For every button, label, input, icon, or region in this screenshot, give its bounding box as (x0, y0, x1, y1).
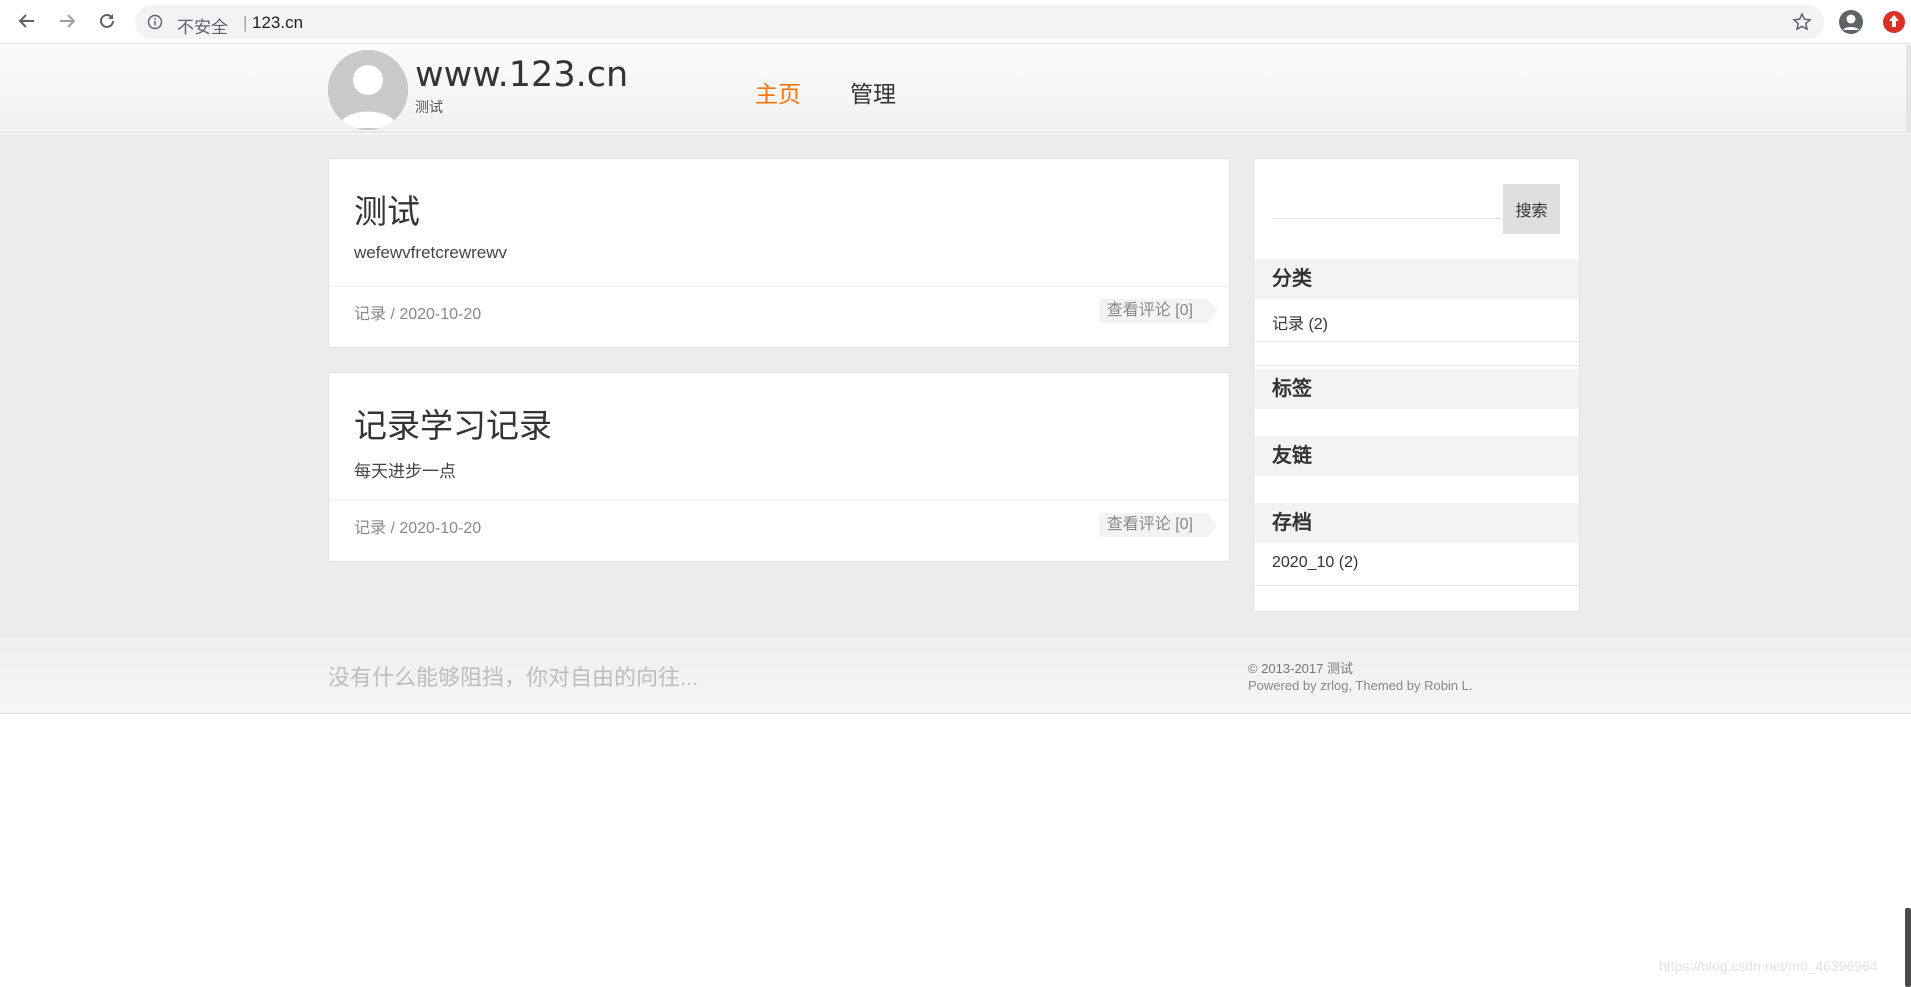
site-title[interactable]: www.123.cn (415, 55, 628, 95)
post-divider (329, 500, 1229, 501)
main-content: 测试 wefewvfretcrewrewv 记录 / 2020-10-20 查看… (0, 134, 1911, 639)
post-meta[interactable]: 记录 / 2020-10-20 (354, 300, 481, 324)
widget-divider (1254, 585, 1579, 586)
default-avatar-icon (328, 50, 408, 130)
nav-admin-link[interactable]: 管理 (850, 75, 896, 109)
back-icon (18, 14, 34, 28)
url-text[interactable]: 123.cn (252, 13, 303, 33)
tags-heading: 标签 (1254, 369, 1579, 409)
extension-icon[interactable] (1882, 10, 1906, 34)
scrollbar-thumb[interactable] (1905, 908, 1911, 987)
post-excerpt: 每天进步一点 (354, 462, 456, 481)
post-meta[interactable]: 记录 / 2020-10-20 (354, 514, 481, 538)
address-bar[interactable]: 不安全 | 123.cn (135, 5, 1824, 39)
avatar (328, 50, 408, 130)
reload-icon (100, 13, 114, 28)
archive-item[interactable]: 2020_10 (2) (1272, 554, 1358, 572)
sidebar: 搜索 分类 记录 (2) 标签 友链 存档 2020_10 (2) (1253, 158, 1580, 612)
browser-toolbar: 不安全 | 123.cn (0, 0, 1911, 44)
post-card: 测试 wefewvfretcrewrewv 记录 / 2020-10-20 查看… (328, 158, 1230, 348)
site-subtitle: 测试 (415, 99, 443, 115)
view-comments-link[interactable]: 查看评论 [0] (1098, 513, 1217, 537)
back-button[interactable] (12, 6, 42, 36)
post-divider (329, 286, 1229, 287)
reload-button[interactable] (92, 6, 122, 36)
search-button[interactable]: 搜索 (1503, 184, 1560, 234)
footer-copyright: © 2013-2017 测试 (1248, 661, 1353, 676)
widget-divider (1254, 365, 1579, 366)
site-header: www.123.cn 测试 主页 管理 (0, 45, 1911, 133)
nav-home-link[interactable]: 主页 (755, 75, 801, 109)
page-edge (1906, 45, 1911, 133)
links-heading: 友链 (1254, 436, 1579, 476)
forward-button[interactable] (52, 6, 82, 36)
info-icon[interactable] (147, 14, 163, 30)
widget-divider (1254, 341, 1579, 342)
search-input[interactable] (1272, 185, 1502, 219)
footer-powered-by: Powered by zrlog, Themed by Robin L. (1248, 678, 1473, 693)
post-card: 记录学习记录 每天进步一点 记录 / 2020-10-20 查看评论 [0] (328, 372, 1230, 562)
post-title[interactable]: 测试 (354, 185, 420, 233)
footer-motto: 没有什么能够阻挡，你对自由的向往... (328, 665, 699, 690)
site-footer: 没有什么能够阻挡，你对自由的向往... © 2013-2017 测试 Power… (0, 639, 1911, 714)
category-item[interactable]: 记录 (2) (1272, 310, 1328, 334)
profile-icon[interactable] (1838, 9, 1864, 35)
categories-heading: 分类 (1254, 259, 1579, 299)
forward-icon (60, 14, 76, 28)
view-comments-link[interactable]: 查看评论 [0] (1098, 299, 1217, 323)
archive-heading: 存档 (1254, 503, 1579, 543)
post-title[interactable]: 记录学习记录 (354, 399, 552, 447)
security-status: 不安全 (177, 18, 228, 37)
watermark: https://blog.csdn.net/m0_46396964 (1659, 958, 1878, 974)
star-icon[interactable] (1792, 12, 1812, 32)
url-separator: | (243, 13, 248, 32)
post-excerpt: wefewvfretcrewrewv (354, 243, 508, 262)
